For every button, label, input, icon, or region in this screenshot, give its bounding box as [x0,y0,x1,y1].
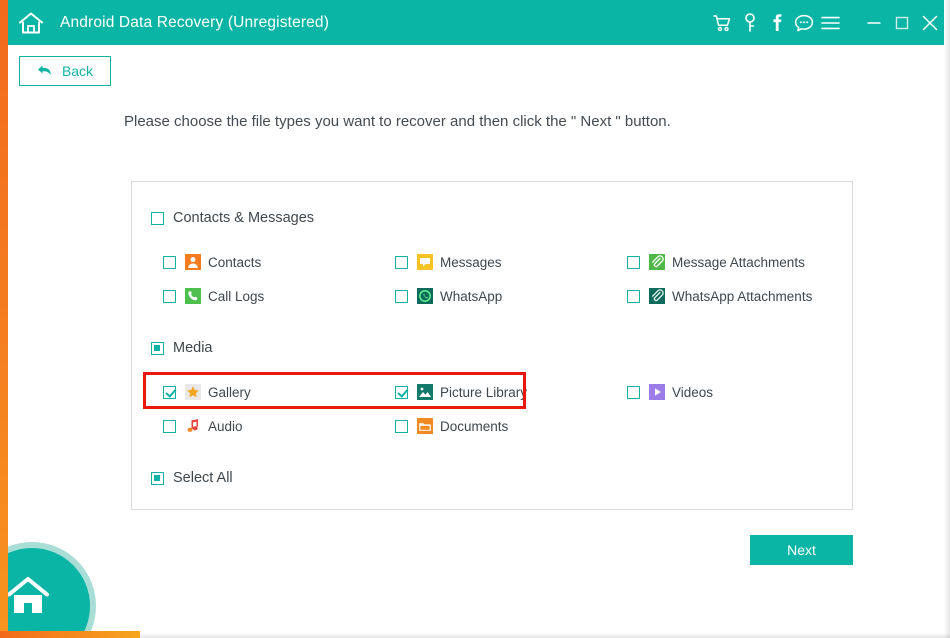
group-media-header[interactable]: Media [151,340,213,356]
select-all-label: Select All [173,470,233,486]
option-message-attachments-label: Message Attachments [672,254,805,270]
option-audio[interactable]: Audio [163,418,243,434]
phone-icon [185,288,201,304]
option-picture-library-label: Picture Library [440,384,528,400]
option-messages-checkbox[interactable] [395,255,408,269]
option-whatsapp-attachments-checkbox[interactable] [627,289,640,303]
group-media-label: Media [173,340,213,356]
video-play-icon [649,384,665,400]
music-note-icon [185,418,201,434]
back-button[interactable]: Back [19,56,111,86]
window-title: Android Data Recovery (Unregistered) [60,13,330,31]
paperclip-icon [649,254,665,270]
option-messages-label: Messages [440,254,502,270]
select-all-row[interactable]: Select All [151,470,233,486]
option-call-logs-label: Call Logs [208,288,265,304]
option-messages[interactable]: Messages [395,254,502,270]
option-videos-checkbox[interactable] [627,385,640,399]
option-gallery-checkbox[interactable] [163,385,176,399]
option-picture-library[interactable]: Picture Library [395,384,527,400]
titlebar-home-icon[interactable] [8,0,54,45]
file-types-panel: Contacts & Messages Contacts Messages Me… [131,181,853,510]
folder-icon [417,418,433,434]
window-frame-left [0,0,8,638]
option-whatsapp[interactable]: WhatsApp [395,288,502,304]
option-picture-library-checkbox[interactable] [395,385,408,399]
key-icon[interactable] [736,0,763,45]
chat-icon[interactable] [790,0,817,45]
minimize-button[interactable] [860,0,888,45]
back-arrow-icon [37,65,51,76]
picture-icon [417,384,433,400]
option-message-attachments-checkbox[interactable] [627,255,640,269]
titlebar-icon-group [709,0,846,45]
whatsapp-icon [417,288,433,304]
option-audio-label: Audio [208,418,243,434]
option-videos[interactable]: Videos [627,384,713,400]
option-documents-label: Documents [440,418,509,434]
option-contacts-label: Contacts [208,254,262,270]
option-message-attachments[interactable]: Message Attachments [627,254,805,270]
application-window: Android Data Recovery (Unregistered) Bac… [0,0,950,638]
menu-icon[interactable] [817,0,844,45]
group-media-checkbox[interactable] [151,341,164,355]
option-contacts-checkbox[interactable] [163,255,176,269]
option-contacts[interactable]: Contacts [163,254,261,270]
facebook-icon[interactable] [763,0,790,45]
star-icon [185,384,201,400]
messages-icon [417,254,433,270]
group-contacts-messages-checkbox[interactable] [151,211,164,225]
maximize-button[interactable] [888,0,916,45]
instruction-text: Please choose the file types you want to… [124,113,671,130]
option-gallery[interactable]: Gallery [163,384,251,400]
option-call-logs-checkbox[interactable] [163,289,176,303]
cart-icon[interactable] [709,0,736,45]
paperclip-icon [649,288,665,304]
select-all-checkbox[interactable] [151,471,164,485]
option-documents[interactable]: Documents [395,418,508,434]
option-call-logs[interactable]: Call Logs [163,288,264,304]
close-button[interactable] [916,0,944,45]
window-frame-bottom [0,631,140,638]
window-shadow-bottom [8,633,950,638]
next-button[interactable]: Next [750,535,853,565]
option-gallery-label: Gallery [208,384,251,400]
option-whatsapp-attachments[interactable]: WhatsApp Attachments [627,288,812,304]
group-contacts-messages-header[interactable]: Contacts & Messages [151,210,314,226]
window-shadow-right [944,0,950,638]
option-whatsapp-label: WhatsApp [440,288,503,304]
option-documents-checkbox[interactable] [395,419,408,433]
home-icon [7,577,49,613]
option-videos-label: Videos [672,384,714,400]
option-whatsapp-attachments-label: WhatsApp Attachments [672,288,813,304]
option-whatsapp-checkbox[interactable] [395,289,408,303]
contacts-icon [185,254,201,270]
group-contacts-messages-label: Contacts & Messages [173,210,315,226]
window-controls [860,0,944,45]
option-audio-checkbox[interactable] [163,419,176,433]
title-bar: Android Data Recovery (Unregistered) [8,0,944,45]
back-button-label: Back [61,63,94,79]
